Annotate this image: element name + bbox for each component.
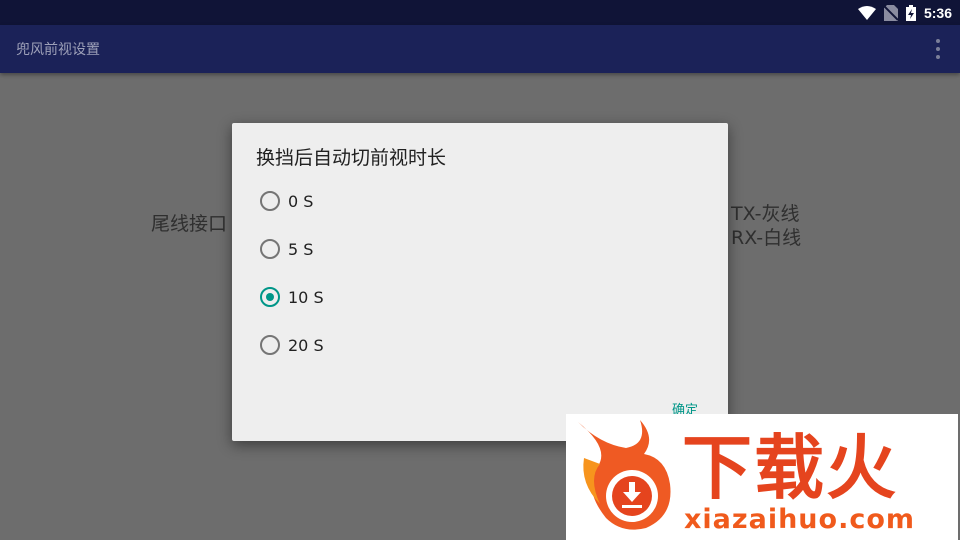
radio-button-checked[interactable] bbox=[260, 287, 280, 307]
wifi-icon bbox=[857, 5, 876, 20]
app-title: 兜风前视设置 bbox=[16, 42, 100, 58]
wire-rx-label: RX-白线 bbox=[731, 227, 802, 249]
option-10s[interactable]: 10 S bbox=[260, 282, 324, 312]
battery-charging-icon bbox=[905, 4, 916, 21]
wire-tx-label: TX-灰线 bbox=[731, 203, 800, 225]
flame-download-logo-icon bbox=[578, 420, 671, 530]
option-label: 10 S bbox=[288, 287, 324, 307]
screen: 5:36 兜风前视设置 尾线接口 TX-灰线 RX-白线 换挡后自动切前视时长 … bbox=[0, 0, 960, 540]
option-label: 0 S bbox=[288, 191, 314, 211]
status-time: 5:36 bbox=[923, 4, 952, 21]
radio-button[interactable] bbox=[260, 239, 280, 259]
app-bar: 兜风前视设置 bbox=[0, 25, 960, 73]
option-label: 20 S bbox=[288, 335, 324, 355]
background-label: 尾线接口 bbox=[151, 213, 228, 235]
radio-button[interactable] bbox=[260, 335, 280, 355]
option-20s[interactable]: 20 S bbox=[260, 330, 324, 360]
no-sim-icon bbox=[883, 4, 898, 21]
watermark-brand: 下载火 bbox=[682, 427, 898, 509]
duration-dialog: 换挡后自动切前视时长 0 S 5 S 10 S 20 S 确定 bbox=[232, 123, 728, 441]
option-5s[interactable]: 5 S bbox=[260, 234, 313, 264]
dialog-title: 换挡后自动切前视时长 bbox=[256, 147, 447, 169]
watermark: 下载火 xiazaihuo.com bbox=[566, 414, 958, 540]
option-label: 5 S bbox=[288, 239, 314, 259]
background-wire-info: TX-灰线 RX-白线 bbox=[731, 202, 801, 250]
overflow-menu-icon[interactable] bbox=[930, 39, 946, 59]
option-0s[interactable]: 0 S bbox=[260, 186, 313, 216]
status-bar: 5:36 bbox=[0, 0, 960, 25]
watermark-url: xiazaihuo.com bbox=[684, 504, 916, 535]
radio-button[interactable] bbox=[260, 191, 280, 211]
